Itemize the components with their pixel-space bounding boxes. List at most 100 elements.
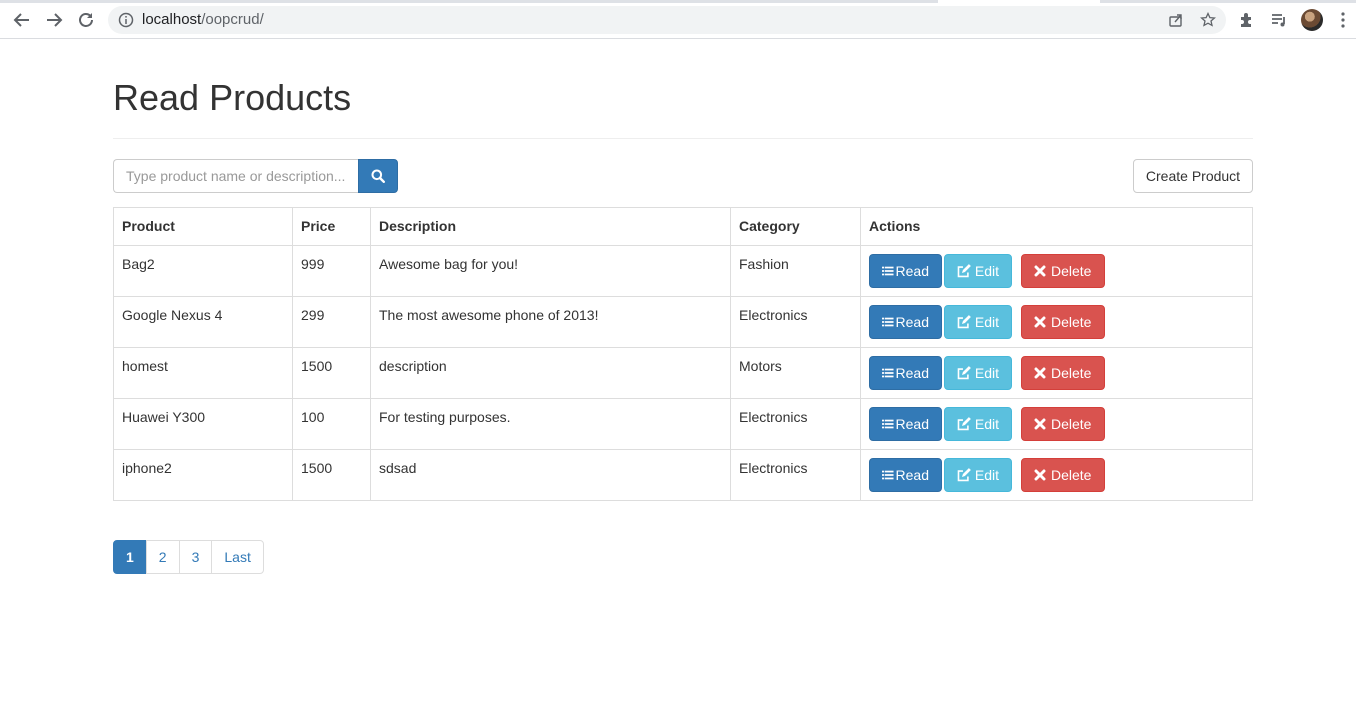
- times-icon: [1034, 316, 1046, 328]
- forward-button[interactable]: [42, 8, 66, 32]
- delete-button-label: Delete: [1051, 263, 1092, 279]
- read-button-label: Read: [895, 263, 929, 279]
- cell-product: iphone2: [113, 449, 293, 501]
- page-link-3[interactable]: 3: [178, 540, 213, 574]
- info-icon[interactable]: [118, 12, 134, 28]
- delete-button-label: Delete: [1051, 416, 1092, 432]
- cell-description: The most awesome phone of 2013!: [370, 296, 731, 348]
- edit-icon: [957, 366, 971, 380]
- address-bar[interactable]: localhost/oopcrud/: [108, 6, 1226, 34]
- edit-button[interactable]: Edit: [944, 254, 1012, 288]
- edit-button[interactable]: Edit: [944, 305, 1012, 339]
- read-button[interactable]: Read: [869, 356, 942, 390]
- browser-toolbar: localhost/oopcrud/: [0, 0, 1356, 39]
- kebab-menu-icon: [1341, 12, 1345, 28]
- create-product-button[interactable]: Create Product: [1133, 159, 1253, 193]
- edit-button-label: Edit: [974, 416, 999, 432]
- cell-category: Fashion: [730, 245, 861, 297]
- delete-button[interactable]: Delete: [1021, 305, 1105, 339]
- cell-actions: Read Edit Delete: [860, 449, 1253, 501]
- delete-button[interactable]: Delete: [1021, 407, 1105, 441]
- star-icon[interactable]: [1200, 12, 1216, 28]
- table-row: Huawei Y300 100 For testing purposes. El…: [113, 398, 1253, 450]
- cell-product: Bag2: [113, 245, 293, 297]
- search-form: [113, 159, 398, 193]
- cell-description: description: [370, 347, 731, 399]
- cell-category: Electronics: [730, 398, 861, 450]
- edit-icon: [957, 468, 971, 482]
- url-text: localhost/oopcrud/: [142, 12, 264, 28]
- list-icon: [882, 266, 894, 276]
- edit-icon: [957, 315, 971, 329]
- times-icon: [1034, 265, 1046, 277]
- read-button-label: Read: [895, 365, 929, 381]
- cell-actions: Read Edit Delete: [860, 296, 1253, 348]
- cell-price: 299: [292, 296, 371, 348]
- delete-button-label: Delete: [1051, 365, 1092, 381]
- products-table: Product Price Description Category Actio…: [113, 207, 1253, 501]
- url-path: /oopcrud/: [201, 11, 264, 28]
- cell-price: 1500: [292, 347, 371, 399]
- read-button-label: Read: [895, 467, 929, 483]
- column-header-category: Category: [730, 207, 861, 246]
- page-link-1[interactable]: 1: [113, 540, 147, 574]
- edit-button[interactable]: Edit: [944, 458, 1012, 492]
- page-link-2[interactable]: 2: [145, 540, 180, 574]
- back-button[interactable]: [10, 8, 34, 32]
- column-header-actions: Actions: [860, 207, 1253, 246]
- column-header-price: Price: [292, 207, 371, 246]
- table-row: homest 1500 description Motors Read Edit…: [113, 347, 1253, 399]
- read-button-label: Read: [895, 416, 929, 432]
- table-row: iphone2 1500 sdsad Electronics Read Edit…: [113, 449, 1253, 501]
- extensions-button[interactable]: [1237, 10, 1257, 30]
- cell-description: For testing purposes.: [370, 398, 731, 450]
- edit-button-label: Edit: [974, 467, 999, 483]
- cell-category: Electronics: [730, 296, 861, 348]
- list-icon: [882, 419, 894, 429]
- delete-button-label: Delete: [1051, 314, 1092, 330]
- url-host: localhost: [142, 11, 202, 28]
- read-button[interactable]: Read: [869, 458, 942, 492]
- reading-list-icon: [1272, 14, 1285, 27]
- page-header: Read Products: [113, 76, 1253, 139]
- reading-list-button[interactable]: [1269, 10, 1289, 30]
- cell-category: Motors: [730, 347, 861, 399]
- table-row: Bag2 999 Awesome bag for you! Fashion Re…: [113, 245, 1253, 297]
- cell-product: Huawei Y300: [113, 398, 293, 450]
- share-icon[interactable]: [1168, 12, 1184, 28]
- browser-menu-button[interactable]: [1335, 10, 1351, 30]
- edit-button[interactable]: Edit: [944, 356, 1012, 390]
- reload-button[interactable]: [74, 8, 98, 32]
- cell-product: homest: [113, 347, 293, 399]
- list-icon: [882, 368, 894, 378]
- table-header-row: Product Price Description Category Actio…: [113, 207, 1253, 246]
- edit-button-label: Edit: [974, 365, 999, 381]
- cell-actions: Read Edit Delete: [860, 245, 1253, 297]
- reload-icon: [79, 13, 93, 27]
- read-button[interactable]: Read: [869, 254, 942, 288]
- cell-product: Google Nexus 4: [113, 296, 293, 348]
- search-button[interactable]: [358, 159, 398, 193]
- read-button[interactable]: Read: [869, 305, 942, 339]
- cell-price: 999: [292, 245, 371, 297]
- delete-button-label: Delete: [1051, 467, 1092, 483]
- delete-button[interactable]: Delete: [1021, 356, 1105, 390]
- list-icon: [882, 317, 894, 327]
- delete-button[interactable]: Delete: [1021, 254, 1105, 288]
- edit-button[interactable]: Edit: [944, 407, 1012, 441]
- cell-category: Electronics: [730, 449, 861, 501]
- page-link-last[interactable]: Last: [211, 540, 264, 574]
- search-input[interactable]: [113, 159, 358, 193]
- table-row: Google Nexus 4 299 The most awesome phon…: [113, 296, 1253, 348]
- cell-description: sdsad: [370, 449, 731, 501]
- profile-avatar[interactable]: [1301, 9, 1323, 31]
- delete-button[interactable]: Delete: [1021, 458, 1105, 492]
- edit-button-label: Edit: [974, 314, 999, 330]
- read-button[interactable]: Read: [869, 407, 942, 441]
- puzzle-icon: [1241, 13, 1251, 27]
- times-icon: [1034, 418, 1046, 430]
- times-icon: [1034, 367, 1046, 379]
- edit-button-label: Edit: [974, 263, 999, 279]
- page-title: Read Products: [113, 77, 352, 118]
- column-header-description: Description: [370, 207, 731, 246]
